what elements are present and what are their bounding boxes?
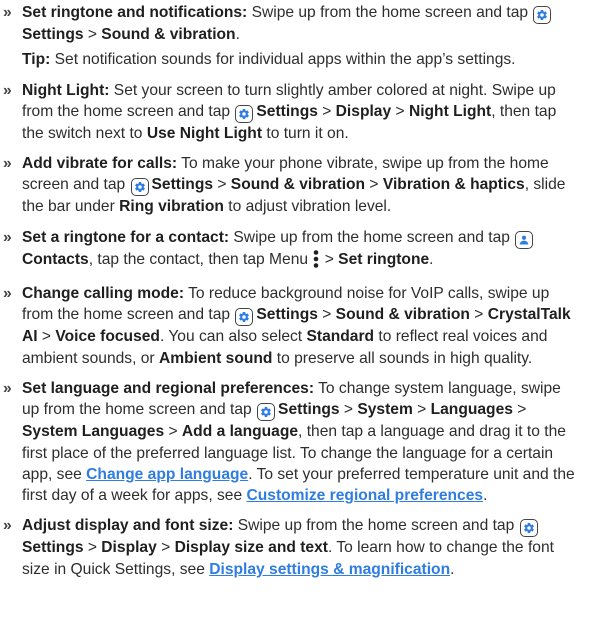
display-settings-magnification-link[interactable]: Display settings & magnification <box>209 561 450 578</box>
settings-label: Settings <box>22 539 84 557</box>
settings-label: Settings <box>278 401 340 419</box>
separator: > <box>317 102 336 120</box>
separator: > <box>391 102 409 120</box>
settings-gear-icon <box>519 519 538 538</box>
change-app-language-link[interactable]: Change app language <box>86 466 248 483</box>
body-text: Swipe up from the home screen and tap <box>247 4 533 21</box>
settings-gear-icon <box>235 308 254 327</box>
menu-path-label: Languages <box>430 401 513 419</box>
punctuation: . <box>429 250 434 268</box>
separator: > <box>83 26 102 43</box>
item-text: Set language and regional preferences: T… <box>22 378 580 506</box>
item-title: Change calling mode: <box>22 285 185 303</box>
separator: > <box>320 250 339 268</box>
bullet-chevron: » <box>3 379 12 397</box>
list-item: » Set a ringtone for a contact: Swipe up… <box>3 227 580 274</box>
item-text: Set ringtone and notifications: Swipe up… <box>22 2 580 45</box>
page: » Set ringtone and notifications: Swipe … <box>0 0 590 618</box>
option-label: Ring vibration <box>119 198 224 216</box>
settings-gear-icon <box>130 178 149 197</box>
punctuation: . <box>450 560 455 578</box>
settings-gear-icon <box>235 104 254 123</box>
separator: > <box>164 423 182 441</box>
option-label: Ambient sound <box>158 349 273 367</box>
body-text: . You can also select <box>159 328 307 346</box>
menu-path-label: Display <box>335 102 392 120</box>
menu-path-label: System <box>357 401 413 419</box>
item-title: Add vibrate for calls: <box>22 155 178 173</box>
item-title: Set a ringtone for a contact: <box>22 228 230 246</box>
menu-path-label: Vibration & haptics <box>382 176 525 194</box>
bullet-chevron: » <box>3 4 12 21</box>
list-item: » Night Light: Set your screen to turn s… <box>3 80 580 145</box>
body-text: to preserve all sounds in high quality. <box>272 349 533 367</box>
menu-path-label: Sound & vibration <box>230 176 366 194</box>
list-item: » Set ringtone and notifications: Swipe … <box>3 2 580 45</box>
settings-label: Settings <box>22 26 84 43</box>
option-label: Standard <box>306 328 375 346</box>
separator: > <box>83 539 102 557</box>
menu-path-label: Sound & vibration <box>101 26 236 43</box>
menu-path-label: Set ringtone <box>338 250 430 268</box>
contacts-label: Contacts <box>22 250 89 268</box>
item-text: Add vibrate for calls: To make your phon… <box>22 153 580 218</box>
bullet-chevron: » <box>3 81 12 99</box>
menu-path-label: System Languages <box>22 423 165 441</box>
separator: > <box>156 539 175 557</box>
item-title: Adjust display and font size: <box>22 517 234 535</box>
menu-path-label: Display size and text <box>174 539 328 557</box>
bullet-chevron: » <box>3 285 12 303</box>
separator: > <box>317 306 336 324</box>
body-text: Swipe up from the home screen and tap <box>229 228 515 246</box>
settings-gear-icon <box>257 403 276 422</box>
item-text: Night Light: Set your screen to turn sli… <box>22 80 580 145</box>
settings-label: Settings <box>256 306 318 324</box>
menu-path-label: Add a language <box>181 423 299 441</box>
menu-path-label: Sound & vibration <box>335 306 470 324</box>
separator: > <box>365 176 383 194</box>
list-item: » Change calling mode: To reduce backgro… <box>3 283 580 369</box>
item-title: Set ringtone and notifications: <box>22 4 248 21</box>
item-text: Adjust display and font size: Swipe up f… <box>22 515 580 580</box>
option-label: Use Night Light <box>146 124 263 142</box>
separator: > <box>412 401 431 419</box>
item-text: Set a ringtone for a contact: Swipe up f… <box>22 227 580 274</box>
body-text: , tap the contact, then tap Menu <box>88 250 313 268</box>
item-text: Change calling mode: To reduce backgroun… <box>22 283 580 369</box>
body-text: Swipe up from the home screen and tap <box>233 517 519 535</box>
option-label: Voice focused <box>55 328 160 346</box>
contacts-person-icon <box>515 230 534 249</box>
menu-path-label: Night Light <box>408 102 492 120</box>
list-item: » Add vibrate for calls: To make your ph… <box>3 153 580 218</box>
settings-label: Settings <box>151 176 214 194</box>
body-text: to adjust vibration level. <box>223 198 392 216</box>
tip-label: Tip: <box>22 51 51 69</box>
bullet-chevron: » <box>3 228 12 246</box>
punctuation: . <box>483 487 488 505</box>
separator: > <box>339 401 358 419</box>
tip-paragraph: Tip: Set notification sounds for individ… <box>3 49 580 70</box>
item-title: Set language and regional preferences: <box>22 379 315 397</box>
settings-label: Settings <box>256 102 318 120</box>
customize-regional-preferences-link[interactable]: Customize regional preferences <box>247 487 484 504</box>
settings-gear-icon <box>533 6 552 24</box>
body-text: to turn it on. <box>262 124 349 142</box>
item-title: Night Light: <box>22 81 110 99</box>
bullet-chevron: » <box>3 517 12 535</box>
separator: > <box>469 306 488 324</box>
separator: > <box>37 328 56 346</box>
list-item: » Adjust display and font size: Swipe up… <box>3 515 580 580</box>
menu-vertical-dots-icon <box>313 249 319 274</box>
menu-path-label: Display <box>101 539 157 557</box>
punctuation: . <box>235 26 240 43</box>
separator: > <box>512 401 527 419</box>
separator: > <box>213 176 231 194</box>
bullet-chevron: » <box>3 155 12 173</box>
list-item: » Set language and regional preferences:… <box>3 378 580 506</box>
tip-text: Set notification sounds for individual a… <box>50 51 516 69</box>
